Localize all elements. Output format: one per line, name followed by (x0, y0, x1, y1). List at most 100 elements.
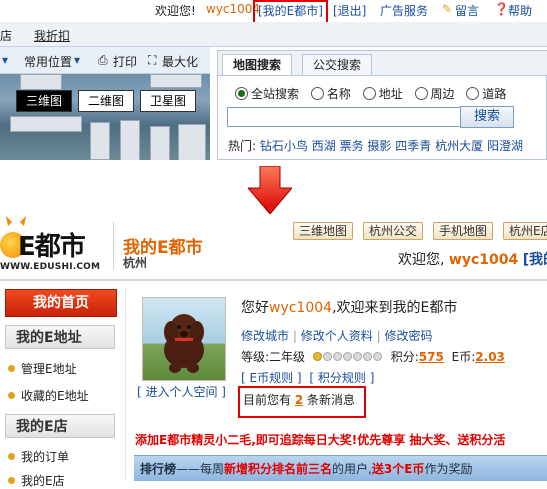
radio-icon (235, 87, 248, 100)
change-password-link[interactable]: 修改密码 (384, 329, 432, 343)
logo-url: WWW.EDUSHI.COM (0, 262, 101, 272)
level-label: 等级:二年级 (241, 350, 306, 364)
view-satellite-button[interactable]: 卫星图 (140, 90, 196, 112)
logout-link[interactable]: [退出] (333, 2, 366, 19)
header-my-link[interactable]: [我的 (523, 252, 547, 268)
welcome-text: 欢迎您! (155, 4, 196, 18)
down-arrow-icon (248, 166, 292, 214)
edit-profile-link[interactable]: 修改个人资料 (301, 329, 373, 343)
separator: | (376, 329, 381, 343)
ecoin-value[interactable]: 2.03 (475, 350, 505, 364)
change-city-link[interactable]: 修改城市 (241, 329, 289, 343)
view-2d-button[interactable]: 二维图 (78, 90, 134, 112)
map-building (90, 122, 110, 160)
rule-links: [ E币规则 ] [ 积分规则 ] (241, 369, 374, 386)
tab-map-search[interactable]: 地图搜索 (222, 54, 293, 75)
maximize-icon: ⛶ (148, 53, 157, 67)
sidebar-section-estore[interactable]: 我的E店 (5, 414, 115, 438)
hot-term[interactable]: 摄影 (367, 139, 391, 153)
map-toolbar: ▾ 常用位置 ▾ ⎙ 打印 ⛶ 最大化 (0, 47, 210, 74)
avatar[interactable] (142, 297, 226, 381)
rank-title: 排行榜 (140, 462, 177, 476)
search-button[interactable]: 搜索 (460, 106, 514, 128)
sidebar-item-saved-eaddress[interactable]: 收藏的E地址 (8, 387, 89, 404)
hot-terms: 热门: 钻石小鸟 西湖 票务 摄影 四季青 杭州大厦 阳澄湖 (228, 137, 523, 154)
scope-address[interactable]: 地址 (362, 87, 403, 101)
profile-links: 修改城市 | 修改个人资料 | 修改密码 (241, 327, 432, 344)
header-welcome: 欢迎您, wyc1004 [我的 (398, 249, 547, 269)
profile-greeting: 您好wyc1004,欢迎来到我的E都市 (241, 297, 457, 317)
ecoin-rules-link[interactable]: [ E币规则 ] (241, 371, 302, 385)
greeting-suffix: ,欢迎来到我的E都市 (332, 300, 458, 316)
sidebar-item-my-estore[interactable]: 我的E店 (8, 472, 65, 489)
hot-term[interactable]: 西湖 (312, 139, 336, 153)
help-link[interactable]: 帮助 (508, 2, 532, 19)
level-dot-icon (342, 352, 352, 361)
map-building (10, 116, 82, 132)
ad-service-link[interactable]: 广告服务 (380, 2, 428, 19)
promo-banner[interactable]: 添加E都市精灵小二毛,即可追踪每日大奖!优先尊享 抽大奖、送积分活 (135, 431, 505, 448)
search-panel: 地图搜索 公交搜索 全站搜索 名称 地址 周边 道路 搜索 热门: 钻石小鸟 西… (217, 50, 547, 160)
content-divider (125, 287, 126, 480)
view-3d-button[interactable]: 三维图 (16, 90, 72, 112)
level-dot-icon (312, 352, 322, 361)
quick-link-3d-map[interactable]: 三维地图 (293, 222, 354, 240)
search-scope-options: 全站搜索 名称 地址 周边 道路 (235, 85, 506, 102)
scope-nearby[interactable]: 周边 (414, 87, 455, 101)
hot-term[interactable]: 钻石小鸟 (260, 139, 308, 153)
bullet-icon (8, 365, 15, 372)
quick-link-mobile-map[interactable]: 手机地图 (433, 222, 494, 240)
nav-row: 店 我折扣 (0, 22, 547, 47)
quick-link-estore[interactable]: 杭州E店 (503, 222, 547, 240)
quick-link-bus[interactable]: 杭州公交 (363, 222, 424, 240)
sidebar-item-manage-eaddress[interactable]: 管理E地址 (8, 360, 77, 377)
dropdown-icon: ▾ (74, 53, 81, 67)
message-link[interactable]: 留言 (455, 2, 479, 19)
common-locations-button[interactable]: 常用位置 (24, 53, 72, 70)
level-dots (312, 350, 383, 364)
hot-term[interactable]: 杭州大厦 (435, 139, 483, 153)
profile-username: wyc1004 (269, 300, 333, 316)
new-message-count[interactable]: 2 (295, 393, 303, 407)
map-building (20, 74, 62, 90)
poodle-avatar-image (164, 314, 204, 373)
tab-bus-search[interactable]: 公交搜索 (302, 54, 373, 75)
print-icon: ⎙ (98, 53, 108, 67)
points-label: 积分: (390, 350, 419, 364)
radio-icon (310, 87, 324, 100)
level-dot-icon (332, 352, 342, 361)
rank-highlight: 新增积分排名前三名 (224, 462, 333, 476)
scope-all[interactable]: 全站搜索 (235, 87, 299, 101)
header-welcome-prefix: 欢迎您, (398, 252, 445, 268)
find-discount-link[interactable]: 我折扣 (34, 27, 70, 44)
bullet-icon (8, 392, 15, 399)
bullet-icon (8, 453, 15, 460)
ecoin-label: E币: (451, 350, 476, 364)
chevron-down-icon: ▾ (2, 53, 9, 67)
maximize-button[interactable]: 最大化 (162, 53, 198, 70)
scope-name[interactable]: 名称 (310, 87, 351, 101)
print-button[interactable]: 打印 (113, 53, 137, 70)
points-rules-link[interactable]: [ 积分规则 ] (309, 371, 374, 385)
nav-row-left-cut[interactable]: 店 (0, 27, 12, 44)
scope-road[interactable]: 道路 (466, 87, 506, 101)
header-username[interactable]: wyc1004 (449, 252, 518, 268)
separator: | (292, 329, 297, 343)
message-icon: ✎ (442, 2, 453, 16)
sidebar-section-eaddress[interactable]: 我的E地址 (5, 325, 115, 349)
sidebar-home[interactable]: 我的首页 (5, 289, 117, 317)
map-view[interactable]: 三维图 二维图 卫星图 (0, 74, 210, 160)
rank-reward: 送3个E币 (371, 462, 425, 476)
hot-term[interactable]: 四季青 (395, 139, 431, 153)
new-message-text[interactable]: 目前您有 2 条新消息 (243, 391, 355, 408)
sidebar-item-my-orders[interactable]: 我的订单 (8, 448, 69, 465)
search-input[interactable] (227, 107, 461, 127)
hot-term[interactable]: 票务 (340, 139, 364, 153)
map-building (178, 124, 206, 160)
enter-space-link[interactable]: [ 进入个人空间 ] (137, 383, 226, 400)
hot-term[interactable]: 阳澄湖 (487, 139, 523, 153)
username-link[interactable]: wyc1004 (206, 2, 260, 16)
radio-icon (466, 87, 480, 100)
logo-text: E都市 (18, 232, 86, 262)
points-value[interactable]: 575 (419, 350, 444, 364)
